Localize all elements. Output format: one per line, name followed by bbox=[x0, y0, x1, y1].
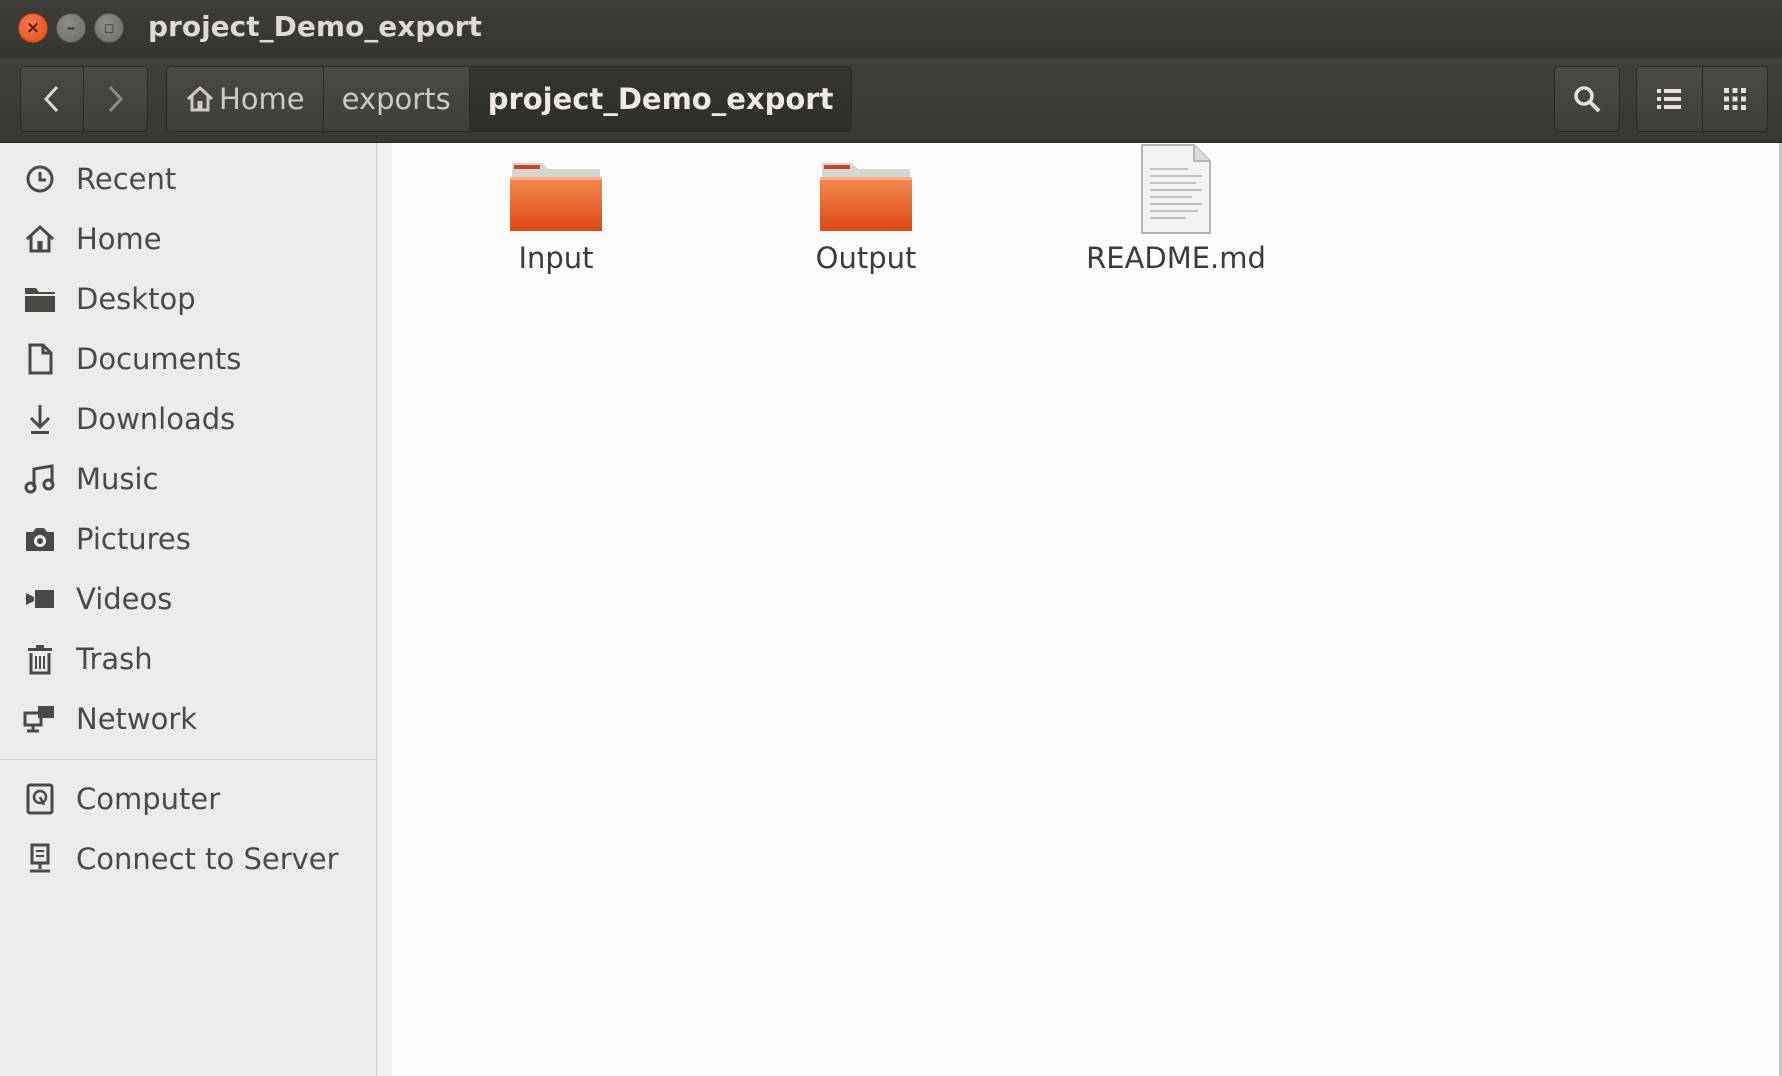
navigation-buttons bbox=[20, 66, 148, 132]
sidebar-item-label: Recent bbox=[76, 162, 177, 196]
sidebar-item-label: Videos bbox=[76, 582, 173, 616]
maximize-window-button[interactable]: ◻ bbox=[94, 13, 124, 43]
camera-icon bbox=[20, 519, 60, 559]
sidebar-item-label: Documents bbox=[76, 342, 242, 376]
file-name: Output bbox=[815, 241, 917, 275]
video-icon bbox=[20, 579, 60, 619]
title-bar: × – ◻ project_Demo_export bbox=[0, 0, 1782, 59]
chevron-right-icon bbox=[108, 85, 124, 113]
minimize-window-button[interactable]: – bbox=[56, 13, 86, 43]
sidebar-item-documents[interactable]: Documents bbox=[0, 331, 376, 387]
sidebar-item-label: Desktop bbox=[76, 282, 196, 316]
back-button[interactable] bbox=[21, 67, 83, 131]
music-icon bbox=[20, 459, 60, 499]
network-icon bbox=[20, 699, 60, 739]
text-file-icon bbox=[1141, 144, 1211, 234]
close-window-button[interactable]: × bbox=[18, 13, 48, 43]
sidebar-divider bbox=[0, 759, 376, 760]
sidebar-item-label: Pictures bbox=[76, 522, 191, 556]
sidebar-item-computer[interactable]: Computer bbox=[0, 771, 376, 827]
clock-icon bbox=[20, 159, 60, 199]
sidebar-item-downloads[interactable]: Downloads bbox=[0, 391, 376, 447]
pane-separator bbox=[377, 143, 392, 1076]
sidebar: Recent Home Desktop Documents Downloads … bbox=[0, 143, 377, 1076]
chevron-left-icon bbox=[43, 85, 59, 113]
search-button[interactable] bbox=[1554, 66, 1620, 132]
sidebar-item-network[interactable]: Network bbox=[0, 691, 376, 747]
sidebar-item-label: Home bbox=[76, 222, 162, 256]
sidebar-item-music[interactable]: Music bbox=[0, 451, 376, 507]
sidebar-item-recent[interactable]: Recent bbox=[0, 151, 376, 207]
sidebar-item-home[interactable]: Home bbox=[0, 211, 376, 267]
file-item-output[interactable]: Output bbox=[756, 155, 976, 305]
sidebar-item-pictures[interactable]: Pictures bbox=[0, 511, 376, 567]
sidebar-item-label: Computer bbox=[76, 782, 221, 816]
sidebar-item-desktop[interactable]: Desktop bbox=[0, 271, 376, 327]
folder-icon bbox=[820, 163, 912, 231]
sidebar-item-label: Connect to Server bbox=[76, 842, 339, 876]
home-icon bbox=[20, 219, 60, 259]
document-icon bbox=[20, 339, 60, 379]
server-icon bbox=[20, 839, 60, 879]
sidebar-item-label: Music bbox=[76, 462, 159, 496]
breadcrumb: Home exports project_Demo_export bbox=[166, 66, 853, 132]
file-view: Input Output README.md bbox=[392, 143, 1782, 1076]
folder-icon bbox=[510, 163, 602, 231]
list-view-icon bbox=[1657, 89, 1682, 109]
forward-button[interactable] bbox=[83, 67, 146, 131]
sidebar-item-videos[interactable]: Videos bbox=[0, 571, 376, 627]
sidebar-item-label: Downloads bbox=[76, 402, 236, 436]
download-icon bbox=[20, 399, 60, 439]
list-view-button[interactable] bbox=[1637, 67, 1702, 131]
view-mode-buttons bbox=[1636, 66, 1768, 132]
sidebar-item-connect-to-server[interactable]: Connect to Server bbox=[0, 831, 376, 887]
computer-icon bbox=[20, 779, 60, 819]
breadcrumb-home-label: Home bbox=[219, 82, 305, 116]
home-icon bbox=[186, 85, 214, 112]
file-item-input[interactable]: Input bbox=[446, 155, 666, 305]
sidebar-item-trash[interactable]: Trash bbox=[0, 631, 376, 687]
file-name: Input bbox=[518, 241, 594, 275]
trash-icon bbox=[20, 639, 60, 679]
file-item-readme[interactable]: README.md bbox=[1066, 144, 1286, 305]
folder-icon bbox=[20, 279, 60, 319]
grid-view-icon bbox=[1723, 88, 1746, 110]
search-icon bbox=[1574, 86, 1601, 113]
breadcrumb-current-label: project_Demo_export bbox=[487, 82, 834, 116]
breadcrumb-current[interactable]: project_Demo_export bbox=[469, 67, 852, 131]
breadcrumb-exports[interactable]: exports bbox=[324, 67, 470, 131]
sidebar-item-label: Network bbox=[76, 702, 198, 736]
window-title: project_Demo_export bbox=[148, 10, 482, 43]
toolbar: Home exports project_Demo_export bbox=[0, 58, 1782, 143]
breadcrumb-exports-label: exports bbox=[341, 82, 451, 116]
file-manager-window: × – ◻ project_Demo_export Home exports p… bbox=[0, 0, 1782, 1076]
grid-view-button[interactable] bbox=[1701, 67, 1768, 131]
breadcrumb-home[interactable]: Home bbox=[167, 67, 324, 131]
sidebar-item-label: Trash bbox=[76, 642, 153, 676]
file-name: README.md bbox=[1086, 241, 1266, 275]
